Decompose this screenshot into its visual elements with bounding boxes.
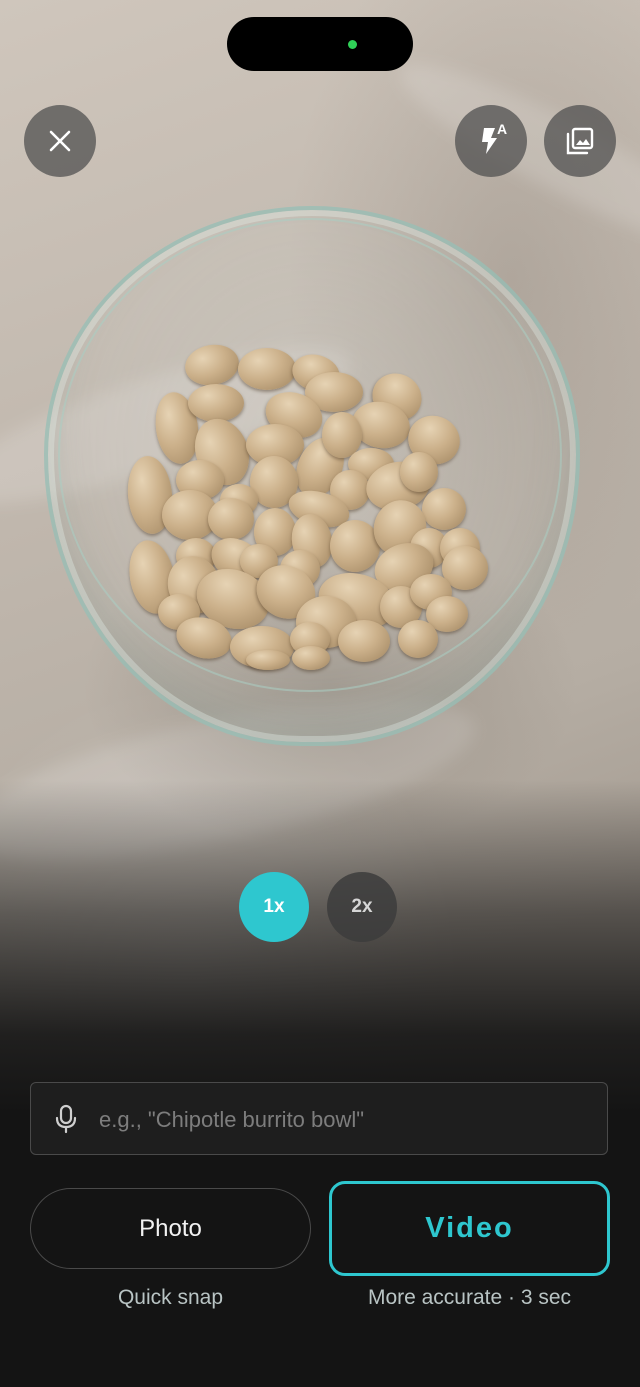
flash-auto-icon: A xyxy=(475,121,507,157)
zoom-2x-label: 2x xyxy=(351,896,373,917)
video-mode-button[interactable]: Video xyxy=(329,1181,610,1276)
pistachios xyxy=(0,0,640,800)
microphone-icon[interactable] xyxy=(51,1104,81,1134)
zoom-1x-label: 1x xyxy=(263,896,285,917)
video-mode-label: Video xyxy=(425,1212,514,1244)
photo-mode-button[interactable]: Photo xyxy=(30,1188,311,1269)
flash-button[interactable]: A xyxy=(455,105,527,177)
food-description-input[interactable] xyxy=(97,1083,601,1156)
close-button[interactable] xyxy=(24,105,96,177)
gallery-icon xyxy=(565,126,595,156)
zoom-2x-button[interactable]: 2x xyxy=(327,872,397,942)
photo-mode-label: Photo xyxy=(139,1214,202,1242)
close-icon xyxy=(49,130,71,152)
dynamic-island xyxy=(227,17,413,71)
flash-mode-badge: A xyxy=(497,121,508,137)
food-description-field xyxy=(30,1082,608,1156)
gallery-button[interactable] xyxy=(544,105,616,177)
zoom-1x-button[interactable]: 1x xyxy=(239,872,309,942)
photo-mode-caption: Quick snap xyxy=(117,1286,224,1309)
video-mode-caption: More accurate · 3 sec xyxy=(367,1286,572,1309)
camera-in-use-indicator xyxy=(348,40,357,49)
